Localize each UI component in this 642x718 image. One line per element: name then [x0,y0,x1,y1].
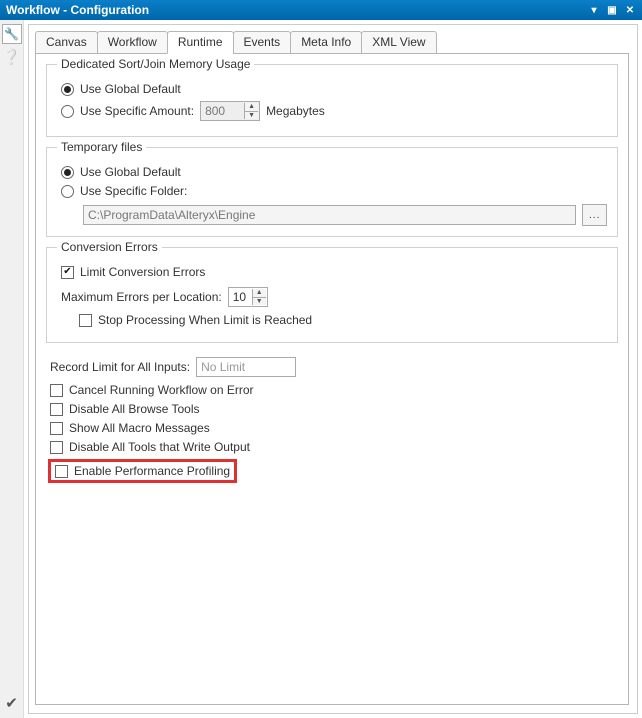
spinner-icon[interactable]: ▲▼ [252,289,266,305]
left-toolbar: 🔧 ❔ ✔ [0,20,24,718]
record-limit-label: Record Limit for All Inputs: [50,360,190,374]
status-ok-icon: ✔ [4,696,20,712]
memory-unit-label: Megabytes [266,104,325,118]
opt-profiling-label: Enable Performance Profiling [74,464,230,478]
help-icon[interactable]: ❔ [4,50,20,66]
config-panel: Canvas Workflow Runtime Events Meta Info… [28,24,638,714]
wrench-icon[interactable]: 🔧 [2,24,22,44]
group-conv-errors: Conversion Errors Limit Conversion Error… [46,247,618,343]
conv-limit-label: Limit Conversion Errors [80,265,205,279]
temp-path-input[interactable]: C:\ProgramData\Alteryx\Engine [83,205,576,225]
radio-icon[interactable] [61,83,74,96]
opt-disable-browse-label: Disable All Browse Tools [69,402,200,416]
opt-cancel-row[interactable]: Cancel Running Workflow on Error [50,383,618,397]
temp-global-radio-row[interactable]: Use Global Default [61,165,607,179]
title-bar: Workflow - Configuration ▾ ▣ ✕ [0,0,642,20]
memory-amount-input[interactable]: 800 ▲▼ [200,101,260,121]
group-tempfiles: Temporary files Use Global Default Use S… [46,147,618,237]
checkbox-icon[interactable] [50,441,63,454]
close-icon[interactable]: ✕ [622,3,638,17]
checkbox-icon[interactable] [50,384,63,397]
pin-icon[interactable]: ▣ [604,3,620,17]
tab-xmlview[interactable]: XML View [361,31,436,54]
record-limit-input[interactable]: No Limit [196,357,296,377]
memory-specific-label: Use Specific Amount: [80,104,194,118]
opt-disable-write-label: Disable All Tools that Write Output [69,440,250,454]
tab-canvas[interactable]: Canvas [35,31,98,54]
checkbox-icon[interactable] [61,266,74,279]
record-limit-row: Record Limit for All Inputs: No Limit [50,357,618,377]
checkbox-icon[interactable] [79,314,92,327]
checkbox-icon[interactable] [50,422,63,435]
group-conv-legend: Conversion Errors [57,240,162,254]
dropdown-arrow-icon[interactable]: ▾ [586,3,602,17]
opt-profiling-row[interactable]: Enable Performance Profiling [55,464,230,478]
memory-specific-radio-row[interactable]: Use Specific Amount: 800 ▲▼ Megabytes [61,101,607,121]
browse-folder-button[interactable]: ... [582,204,607,226]
temp-specific-label: Use Specific Folder: [80,184,187,198]
conv-stop-label: Stop Processing When Limit is Reached [98,313,312,327]
tab-workflow[interactable]: Workflow [97,31,168,54]
radio-icon[interactable] [61,185,74,198]
temp-global-label: Use Global Default [80,165,181,179]
tab-metainfo[interactable]: Meta Info [290,31,362,54]
opt-cancel-label: Cancel Running Workflow on Error [69,383,254,397]
group-tempfiles-legend: Temporary files [57,140,146,154]
checkbox-icon[interactable] [55,465,68,478]
opt-disable-write-row[interactable]: Disable All Tools that Write Output [50,440,618,454]
opt-show-macro-label: Show All Macro Messages [69,421,210,435]
highlighted-option: Enable Performance Profiling [48,459,237,483]
window-title: Workflow - Configuration [6,3,149,17]
radio-icon[interactable] [61,105,74,118]
opt-show-macro-row[interactable]: Show All Macro Messages [50,421,618,435]
group-memory-legend: Dedicated Sort/Join Memory Usage [57,57,254,71]
opt-disable-browse-row[interactable]: Disable All Browse Tools [50,402,618,416]
spinner-icon[interactable]: ▲▼ [244,103,258,119]
checkbox-icon[interactable] [50,403,63,416]
conv-limit-checkbox-row[interactable]: Limit Conversion Errors [61,265,607,279]
memory-global-label: Use Global Default [80,82,181,96]
conv-stop-checkbox-row[interactable]: Stop Processing When Limit is Reached [79,313,607,327]
conv-max-input[interactable]: 10 ▲▼ [228,287,268,307]
tab-panel-runtime: Dedicated Sort/Join Memory Usage Use Glo… [35,53,629,705]
memory-global-radio-row[interactable]: Use Global Default [61,82,607,96]
radio-icon[interactable] [61,166,74,179]
temp-specific-radio-row[interactable]: Use Specific Folder: [61,184,607,198]
tab-events[interactable]: Events [233,31,292,54]
group-memory: Dedicated Sort/Join Memory Usage Use Glo… [46,64,618,137]
tab-bar: Canvas Workflow Runtime Events Meta Info… [35,31,629,54]
tab-runtime[interactable]: Runtime [167,31,234,54]
conv-max-label: Maximum Errors per Location: [61,290,222,304]
